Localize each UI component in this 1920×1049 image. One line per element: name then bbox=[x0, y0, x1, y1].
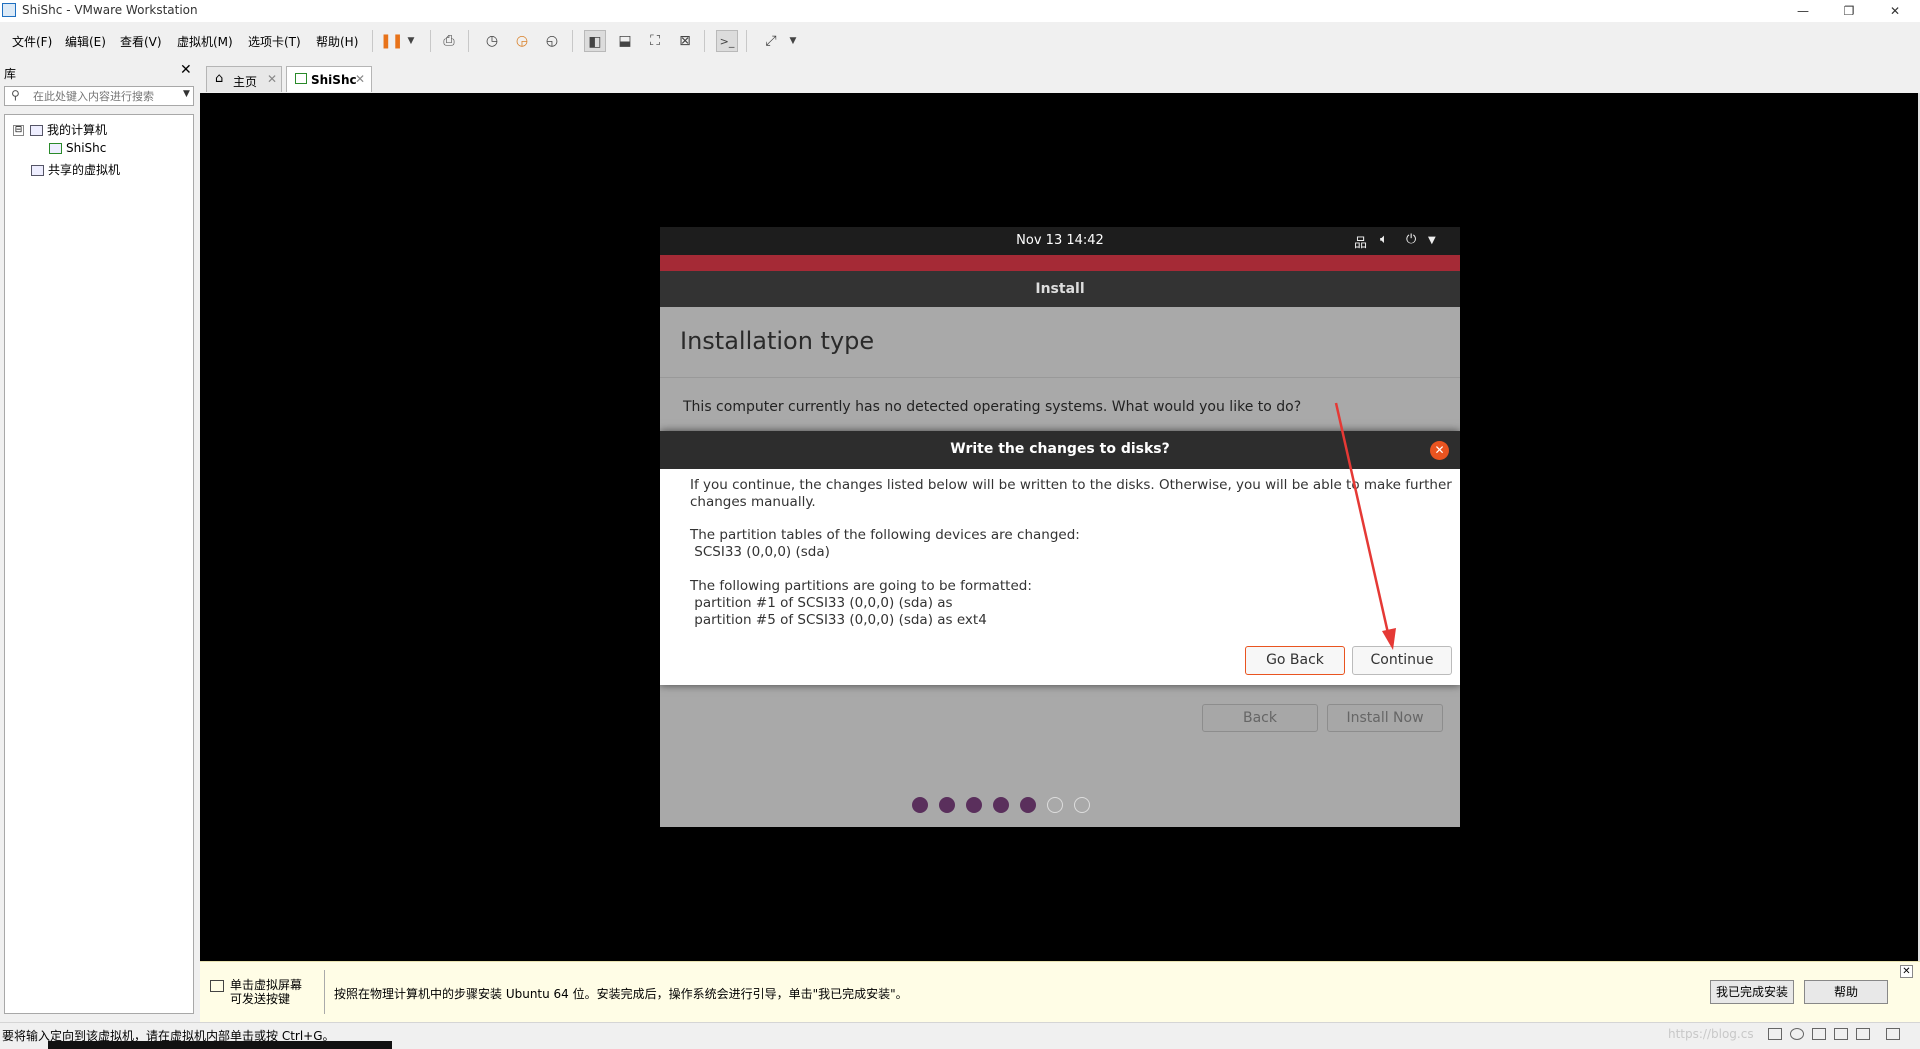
dropdown-icon[interactable]: ▼ bbox=[400, 30, 422, 52]
stretch-dropdown-icon[interactable]: ▼ bbox=[782, 30, 804, 52]
tab-label: ShiShc bbox=[311, 73, 357, 87]
hdd-icon[interactable] bbox=[1768, 1028, 1782, 1040]
tree-label: ShiShc bbox=[66, 141, 107, 155]
install-hint-bar: 单击虚拟屏幕 可发送按键 按照在物理计算机中的步骤安装 Ubuntu 64 位。… bbox=[200, 961, 1920, 1022]
tab-label: 主页 bbox=[233, 75, 258, 89]
hint-close-icon[interactable]: ✕ bbox=[1900, 965, 1913, 978]
tree-label: 我的计算机 bbox=[47, 123, 108, 137]
console-icon[interactable]: >_ bbox=[716, 30, 738, 52]
toolbar-separator bbox=[572, 30, 573, 52]
menu-help[interactable]: 帮助(H) bbox=[316, 33, 358, 50]
tab-home[interactable]: ⌂ 主页 ✕ bbox=[206, 66, 282, 92]
toolbar-separator bbox=[746, 30, 747, 52]
vm-icon bbox=[49, 143, 62, 154]
tab-close-icon[interactable]: ✕ bbox=[267, 72, 277, 86]
finished-install-button[interactable]: 我已完成安装 bbox=[1710, 980, 1794, 1004]
tab-strip: ⌂ 主页 ✕ ShiShc ✕ bbox=[200, 60, 1920, 93]
minimize-button[interactable]: — bbox=[1780, 0, 1826, 22]
toolbar-separator bbox=[372, 30, 373, 52]
watermark-text: https://blog.cs bbox=[1668, 1027, 1754, 1041]
send-ctrl-alt-del-icon[interactable]: ⎙ bbox=[438, 30, 460, 52]
menu-toolbar: 文件(F) 编辑(E) 查看(V) 虚拟机(M) 选项卡(T) 帮助(H) ❚❚… bbox=[0, 22, 1920, 60]
menu-file[interactable]: 文件(F) bbox=[12, 33, 52, 50]
sound-icon[interactable] bbox=[1856, 1028, 1870, 1040]
snapshot-icon[interactable]: ◷ bbox=[481, 30, 503, 52]
pause-icon[interactable]: ❚❚ bbox=[380, 30, 403, 52]
display-icon[interactable] bbox=[1886, 1028, 1900, 1040]
stretch-icon[interactable]: ⤢ bbox=[760, 30, 782, 52]
library-close-icon[interactable]: ✕ bbox=[180, 62, 192, 78]
tree-item-my-computer[interactable]: ⊟ 我的计算机 bbox=[13, 121, 107, 138]
menu-view[interactable]: 查看(V) bbox=[120, 33, 162, 50]
toolbar-separator bbox=[704, 30, 705, 52]
network-adapter-icon[interactable] bbox=[1812, 1028, 1826, 1040]
library-tree: ⊟ 我的计算机 ShiShc 共享的虚拟机 bbox=[4, 114, 194, 1014]
library-title: 库 bbox=[4, 67, 17, 81]
home-icon: ⌂ bbox=[215, 71, 224, 86]
ubuntu-installer-screen[interactable]: Nov 13 14:42 品 🔈︎ ⏻ ▼ Install Installati… bbox=[660, 227, 1460, 827]
annotation-arrow bbox=[1334, 402, 1396, 650]
unity-icon[interactable]: ⊠ bbox=[674, 30, 696, 52]
vmware-app-icon bbox=[2, 3, 16, 17]
toolbar-separator bbox=[430, 30, 431, 52]
collapse-icon[interactable]: ⊟ bbox=[13, 125, 24, 136]
help-button[interactable]: 帮助 bbox=[1804, 980, 1888, 1004]
hint-instructions: 按照在物理计算机中的步骤安装 Ubuntu 64 位。安装完成后，操作系统会进行… bbox=[334, 987, 908, 1001]
snapshot-manager-icon[interactable]: ◵ bbox=[541, 30, 563, 52]
tree-item-vm[interactable]: ShiShc bbox=[49, 141, 106, 155]
menu-vm[interactable]: 虚拟机(M) bbox=[177, 33, 233, 50]
tab-close-icon[interactable]: ✕ bbox=[355, 72, 365, 86]
window-title: ShiShc - VMware Workstation bbox=[22, 3, 198, 17]
status-bar: 要将输入定向到该虚拟机，请在虚拟机内部单击或按 Ctrl+G。 https://… bbox=[0, 1022, 1920, 1049]
library-view-icon[interactable]: ◧ bbox=[584, 30, 606, 52]
vm-icon bbox=[295, 73, 307, 84]
computer-icon bbox=[30, 125, 43, 136]
restore-button[interactable]: ❐ bbox=[1826, 0, 1872, 22]
hint-click-screen: 单击虚拟屏幕 可发送按键 bbox=[230, 978, 303, 1006]
tree-item-shared[interactable]: 共享的虚拟机 bbox=[31, 161, 120, 178]
tree-label: 共享的虚拟机 bbox=[48, 163, 121, 177]
tab-vm[interactable]: ShiShc ✕ bbox=[286, 66, 372, 92]
cd-icon[interactable] bbox=[1790, 1028, 1804, 1040]
arrow-shaft bbox=[1334, 402, 1392, 643]
menu-edit[interactable]: 编辑(E) bbox=[65, 33, 106, 50]
search-dropdown-icon[interactable]: ▼ bbox=[183, 89, 190, 99]
fullscreen-icon[interactable]: ⛶ bbox=[644, 30, 666, 52]
toolbar-separator bbox=[468, 30, 469, 52]
arrow-head bbox=[1382, 628, 1396, 650]
revert-snapshot-icon[interactable]: ◶ bbox=[511, 30, 533, 52]
library-panel: 库 ✕ ⚲ ▼ ⊟ 我的计算机 ShiShc 共享的虚拟机 bbox=[0, 60, 198, 1022]
menu-tabs[interactable]: 选项卡(T) bbox=[248, 33, 301, 50]
library-search-input[interactable] bbox=[33, 88, 173, 104]
shared-vm-icon bbox=[31, 165, 44, 176]
keyboard-icon bbox=[210, 980, 224, 992]
thumbnail-view-icon[interactable]: ⬓ bbox=[614, 30, 636, 52]
library-search: ⚲ ▼ bbox=[4, 86, 194, 106]
search-icon: ⚲ bbox=[11, 88, 20, 102]
close-button[interactable]: ✕ bbox=[1872, 0, 1918, 22]
title-bar: ShiShc - VMware Workstation — ❐ ✕ bbox=[0, 0, 1920, 22]
usb-icon[interactable] bbox=[1834, 1028, 1848, 1040]
divider bbox=[324, 970, 325, 1014]
